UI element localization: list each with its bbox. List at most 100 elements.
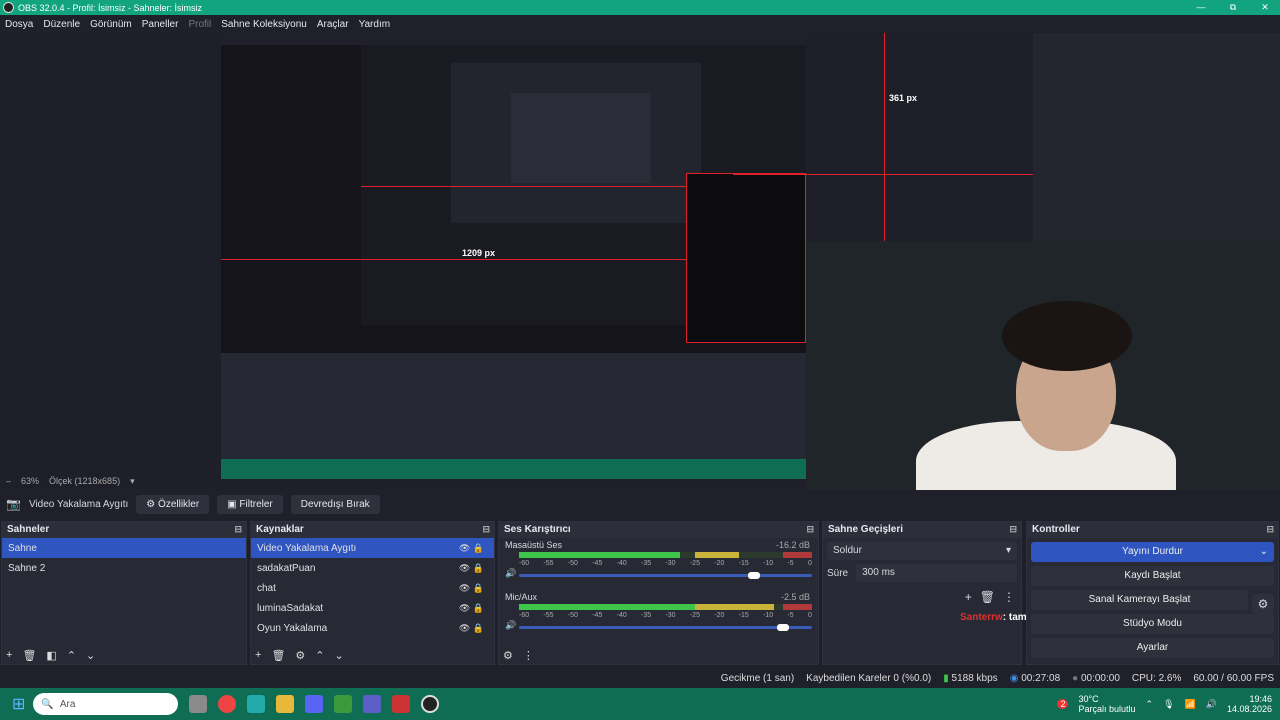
trash-icon[interactable]: 🗑 — [271, 649, 285, 662]
chrome-icon[interactable] — [218, 695, 237, 713]
task-view-icon[interactable] — [189, 695, 208, 713]
taskbar-search[interactable]: 🔍 Ara — [33, 693, 179, 715]
scenes-dock: Sahneler ⊟ Sahne Sahne 2 + 🗑 ◧ ⌃ ⌄ — [1, 521, 247, 665]
source-item[interactable]: sadakatPuan 👁 🔒 — [251, 558, 494, 578]
eye-lock-icons[interactable]: 👁 🔒 — [459, 563, 484, 574]
valorant-icon[interactable] — [392, 695, 411, 713]
transition-select[interactable]: Soldur ▾ — [827, 542, 1017, 560]
scale-tick: -45 — [592, 560, 603, 567]
filter-icon[interactable]: ◧ — [46, 649, 56, 662]
menu-profile[interactable]: Profil — [183, 19, 216, 30]
mixer-settings-icon[interactable]: ⚙ — [503, 649, 513, 662]
scale-tick: -60 — [519, 560, 530, 567]
zoom-level: 63% — [21, 476, 40, 486]
speaker-icon[interactable]: 🔊 — [505, 620, 516, 631]
add-icon[interactable]: + — [965, 590, 972, 604]
scale-tick: -5 — [787, 612, 794, 619]
start-recording-button[interactable]: Kaydı Başlat — [1031, 566, 1274, 586]
xbox-icon[interactable] — [334, 695, 353, 713]
deactivate-button[interactable]: Devredışı Bırak — [290, 494, 380, 514]
preview-canvas[interactable]: 361 px 1209 px – 63% Ölçek (1218x685) ▾ — [0, 33, 1280, 507]
volume-slider[interactable] — [519, 572, 812, 579]
scale-tick: -40 — [616, 612, 627, 619]
virtual-camera-button[interactable]: Sanal Kamerayı Başlat — [1031, 590, 1248, 610]
selected-source-name: Video Yakalama Aygıtı — [28, 498, 129, 510]
source-item[interactable]: luminaSadakat 👁 🔒 — [251, 598, 494, 618]
windows-start-icon[interactable]: ⊞ — [12, 694, 25, 714]
dock-float-icon[interactable]: ⊟ — [1009, 524, 1017, 535]
folder-icon[interactable] — [276, 695, 295, 713]
more-icon[interactable]: ⋮ — [523, 649, 534, 662]
controls-title: Kontroller — [1032, 524, 1080, 535]
wifi-icon[interactable]: 📶 — [1185, 699, 1196, 710]
chevron-up-icon[interactable]: ⌃ — [1146, 699, 1154, 710]
dock-float-icon[interactable]: ⊟ — [1266, 524, 1274, 535]
zoom-out-button[interactable]: – — [6, 476, 11, 486]
mic-icon[interactable]: 🎙 — [1163, 699, 1174, 710]
dock-float-icon[interactable]: ⊟ — [806, 524, 814, 535]
volume-slider[interactable] — [519, 624, 812, 631]
volume-icon[interactable]: 🔊 — [1206, 699, 1217, 710]
eye-lock-icons[interactable]: 👁 🔒 — [459, 543, 484, 554]
pixel-measure-label-h: 1209 px — [462, 248, 496, 258]
chevron-down-icon[interactable]: ▾ — [130, 476, 135, 487]
teams-icon[interactable] — [363, 695, 382, 713]
properties-button[interactable]: ⚙ Özellikler — [136, 494, 210, 514]
stop-stream-button[interactable]: Yayını Durdur ⌄ — [1031, 542, 1274, 562]
weather-widget[interactable]: 30°C Parçalı bulutlu — [1078, 694, 1135, 714]
obs-taskbar-icon[interactable] — [421, 695, 440, 713]
studio-mode-button[interactable]: Stüdyo Modu — [1031, 614, 1274, 634]
audio-mixer-dock: Ses Karıştırıcı ⊟ Masaüstü Ses -16.2 dB -… — [498, 521, 819, 665]
webcam-source[interactable] — [806, 241, 1280, 507]
menu-scene-collection[interactable]: Sahne Koleksiyonu — [216, 19, 312, 30]
eye-lock-icons[interactable]: 👁 🔒 — [459, 583, 484, 594]
discord-icon[interactable] — [305, 695, 324, 713]
trash-icon[interactable]: 🗑 — [22, 649, 36, 662]
sources-dock: Kaynaklar ⊟ Video Yakalama Aygıtı 👁 🔒 sada… — [250, 521, 495, 665]
settings-button[interactable]: Ayarlar — [1031, 638, 1274, 658]
speaker-icon[interactable]: 🔊 — [505, 568, 516, 579]
menu-edit[interactable]: Düzenle — [38, 19, 85, 30]
source-item[interactable]: chat 👁 🔒 — [251, 578, 494, 598]
scale-tick: -30 — [665, 560, 676, 567]
menu-view[interactable]: Görünüm — [85, 19, 137, 30]
close-button[interactable]: ✕ — [1250, 0, 1280, 15]
scene-item[interactable]: Sahne — [2, 538, 246, 558]
chevron-up-icon[interactable]: ⌃ — [67, 649, 76, 662]
gear-icon[interactable]: ⚙ — [295, 649, 305, 662]
scene-item[interactable]: Sahne 2 — [2, 558, 246, 578]
maximize-button[interactable]: ⧉ — [1218, 0, 1248, 15]
scale-tick: -30 — [665, 612, 676, 619]
menu-file[interactable]: Dosya — [0, 19, 38, 30]
filters-button[interactable]: ▣ Filtreler — [217, 494, 283, 514]
eye-lock-icons[interactable]: 👁 🔒 — [459, 623, 484, 634]
chevron-up-icon[interactable]: ⌃ — [315, 649, 324, 662]
record-icon: ● — [1072, 672, 1079, 684]
controls-dock: Kontroller ⊟ Yayını Durdur ⌄ Kaydı Başlat … — [1026, 521, 1279, 665]
menu-help[interactable]: Yardım — [354, 19, 396, 30]
scale-tick: -15 — [738, 560, 749, 567]
minimize-button[interactable]: — — [1186, 0, 1216, 15]
menu-tools[interactable]: Araçlar — [312, 19, 354, 30]
add-icon[interactable]: + — [255, 649, 261, 662]
source-item[interactable]: Oyun Yakalama 👁 🔒 — [251, 618, 494, 638]
menu-docks[interactable]: Paneller — [137, 19, 184, 30]
more-icon[interactable]: ⋮ — [1003, 590, 1015, 604]
dock-float-icon[interactable]: ⊟ — [482, 524, 490, 535]
trash-icon[interactable]: 🗑 — [980, 590, 995, 604]
eye-lock-icons[interactable]: 👁 🔒 — [459, 603, 484, 614]
dock-float-icon[interactable]: ⊟ — [234, 524, 242, 535]
clock[interactable]: 19:46 14.08.2026 — [1227, 694, 1272, 714]
source-item[interactable]: Video Yakalama Aygıtı 👁 🔒 — [251, 538, 494, 558]
sources-title: Kaynaklar — [256, 524, 304, 535]
gear-icon[interactable]: ⚙ — [1252, 594, 1274, 614]
fps: 60.00 / 60.00 FPS — [1193, 672, 1274, 684]
chevron-down-icon[interactable]: ⌄ — [335, 649, 344, 662]
obs-app-icon — [3, 2, 14, 13]
add-icon[interactable]: + — [6, 649, 12, 662]
duration-input[interactable]: 300 ms — [856, 564, 1017, 582]
chevron-down-icon[interactable]: ⌄ — [86, 649, 95, 662]
meter-scale: -60 -55 -50 -45 -40 -35 -30 -25 -20 -15 -10 -5 0 — [519, 560, 812, 567]
scale-tick: -60 — [519, 612, 530, 619]
app-icon[interactable] — [247, 695, 266, 713]
